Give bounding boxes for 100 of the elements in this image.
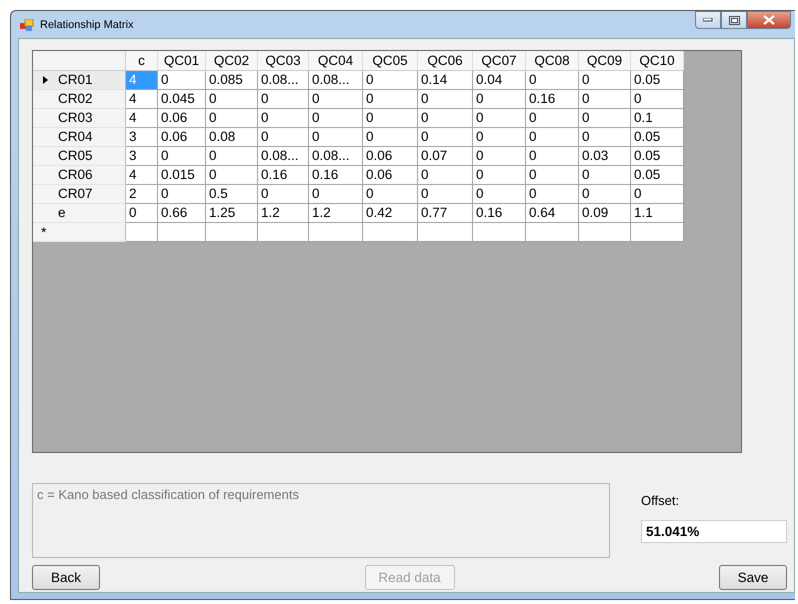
table-cell[interactable]: 0.05 <box>631 147 684 166</box>
table-cell[interactable]: 0 <box>363 185 418 204</box>
maximize-button[interactable] <box>721 11 747 29</box>
table-cell[interactable]: 0 <box>526 147 579 166</box>
table-cell[interactable]: 4 <box>126 166 158 185</box>
table-cell[interactable]: 0 <box>158 147 206 166</box>
row-header[interactable]: CR06 <box>33 166 126 185</box>
close-button[interactable] <box>747 11 791 29</box>
column-header[interactable]: QC03 <box>258 51 309 71</box>
row-header[interactable]: CR03 <box>33 109 126 128</box>
column-header[interactable]: QC04 <box>309 51 363 71</box>
table-cell[interactable]: 0.045 <box>158 90 206 109</box>
table-cell[interactable]: 0.07 <box>418 147 473 166</box>
table-cell[interactable]: 0 <box>309 109 363 128</box>
column-header[interactable]: QC02 <box>206 51 258 71</box>
table-cell[interactable]: 3 <box>126 128 158 147</box>
table-cell[interactable]: 2 <box>126 185 158 204</box>
dialog-button[interactable]: Save <box>719 565 787 590</box>
table-cell[interactable]: 0.08... <box>258 71 309 90</box>
table-cell[interactable]: 0 <box>418 109 473 128</box>
table-cell[interactable]: 0 <box>579 109 631 128</box>
table-cell[interactable]: 0.16 <box>526 90 579 109</box>
new-row-header[interactable]: * <box>33 223 126 242</box>
table-cell[interactable]: 0.05 <box>631 166 684 185</box>
table-cell[interactable]: 0 <box>363 109 418 128</box>
table-cell[interactable]: 0.5 <box>206 185 258 204</box>
table-cell[interactable]: 0.08 <box>206 128 258 147</box>
table-cell[interactable]: 0 <box>473 90 526 109</box>
table-cell[interactable]: 0 <box>526 185 579 204</box>
table-cell[interactable]: 0 <box>126 204 158 223</box>
table-cell[interactable]: 0 <box>258 109 309 128</box>
table-cell[interactable]: 0 <box>526 71 579 90</box>
table-cell[interactable]: 0.03 <box>579 147 631 166</box>
table-cell[interactable]: 0 <box>309 90 363 109</box>
column-header[interactable]: QC09 <box>579 51 631 71</box>
table-cell[interactable]: 0.66 <box>158 204 206 223</box>
minimize-button[interactable] <box>695 11 721 29</box>
table-cell[interactable]: 0 <box>418 185 473 204</box>
table-cell[interactable]: 0 <box>363 71 418 90</box>
table-cell[interactable]: 4 <box>126 109 158 128</box>
table-cell[interactable]: 0.08... <box>309 71 363 90</box>
column-header[interactable]: QC06 <box>418 51 473 71</box>
table-cell[interactable]: 1.25 <box>206 204 258 223</box>
column-header[interactable]: QC10 <box>631 51 684 71</box>
row-header[interactable]: CR04 <box>33 128 126 147</box>
table-cell[interactable]: 0 <box>363 128 418 147</box>
table-cell[interactable]: 0 <box>206 147 258 166</box>
table-cell[interactable]: 0.085 <box>206 71 258 90</box>
table-cell[interactable]: 0.06 <box>363 166 418 185</box>
table-cell[interactable]: 0 <box>473 185 526 204</box>
table-cell[interactable]: 0.42 <box>363 204 418 223</box>
table-cell[interactable]: 0 <box>258 90 309 109</box>
table-cell[interactable]: 0 <box>418 166 473 185</box>
table-cell[interactable]: 0.05 <box>631 71 684 90</box>
table-cell[interactable]: 0 <box>526 109 579 128</box>
table-cell[interactable]: 0 <box>363 90 418 109</box>
offset-field[interactable]: 51.041% <box>641 520 787 543</box>
table-cell[interactable]: 0 <box>579 166 631 185</box>
table-cell[interactable]: 0 <box>579 90 631 109</box>
row-header[interactable]: e <box>33 204 126 223</box>
table-cell[interactable]: 0.06 <box>363 147 418 166</box>
table-cell[interactable]: 0 <box>258 128 309 147</box>
table-cell[interactable]: 0 <box>473 166 526 185</box>
table-cell[interactable]: 4 <box>126 90 158 109</box>
table-cell[interactable]: 0.015 <box>158 166 206 185</box>
table-cell[interactable]: 0 <box>158 185 206 204</box>
table-cell[interactable]: 0 <box>309 128 363 147</box>
row-header[interactable]: CR07 <box>33 185 126 204</box>
table-cell[interactable]: 0.77 <box>418 204 473 223</box>
column-header[interactable]: QC05 <box>363 51 418 71</box>
table-cell[interactable]: 0.06 <box>158 109 206 128</box>
table-cell[interactable]: 0.09 <box>579 204 631 223</box>
table-cell[interactable]: 1.1 <box>631 204 684 223</box>
row-header[interactable]: CR01 <box>33 71 126 90</box>
row-header[interactable]: CR05 <box>33 147 126 166</box>
column-header[interactable]: QC07 <box>473 51 526 71</box>
table-cell[interactable]: 0 <box>473 128 526 147</box>
table-cell[interactable]: 0.04 <box>473 71 526 90</box>
table-cell[interactable]: 0.1 <box>631 109 684 128</box>
table-cell[interactable]: 0.16 <box>473 204 526 223</box>
note-field[interactable]: c = Kano based classification of requirements <box>32 483 610 558</box>
table-cell[interactable]: 0.64 <box>526 204 579 223</box>
table-cell[interactable]: 0 <box>418 90 473 109</box>
table-cell[interactable]: 1.2 <box>309 204 363 223</box>
table-cell[interactable]: 0 <box>473 109 526 128</box>
table-cell[interactable]: 0 <box>579 185 631 204</box>
dialog-button[interactable]: Back <box>32 565 100 590</box>
table-cell[interactable]: 0.16 <box>258 166 309 185</box>
table-cell[interactable]: 1.2 <box>258 204 309 223</box>
column-header[interactable]: QC08 <box>526 51 579 71</box>
table-cell[interactable]: 0.05 <box>631 128 684 147</box>
table-cell[interactable]: 0 <box>206 109 258 128</box>
table-cell[interactable]: 0 <box>206 90 258 109</box>
table-cell[interactable]: 0.14 <box>418 71 473 90</box>
table-cell[interactable]: 0 <box>526 166 579 185</box>
table-cell[interactable]: 0 <box>418 128 473 147</box>
table-cell[interactable]: 0 <box>158 71 206 90</box>
column-header[interactable]: QC01 <box>158 51 206 71</box>
column-header[interactable]: c <box>126 51 158 71</box>
table-cell[interactable]: 0.08... <box>258 147 309 166</box>
